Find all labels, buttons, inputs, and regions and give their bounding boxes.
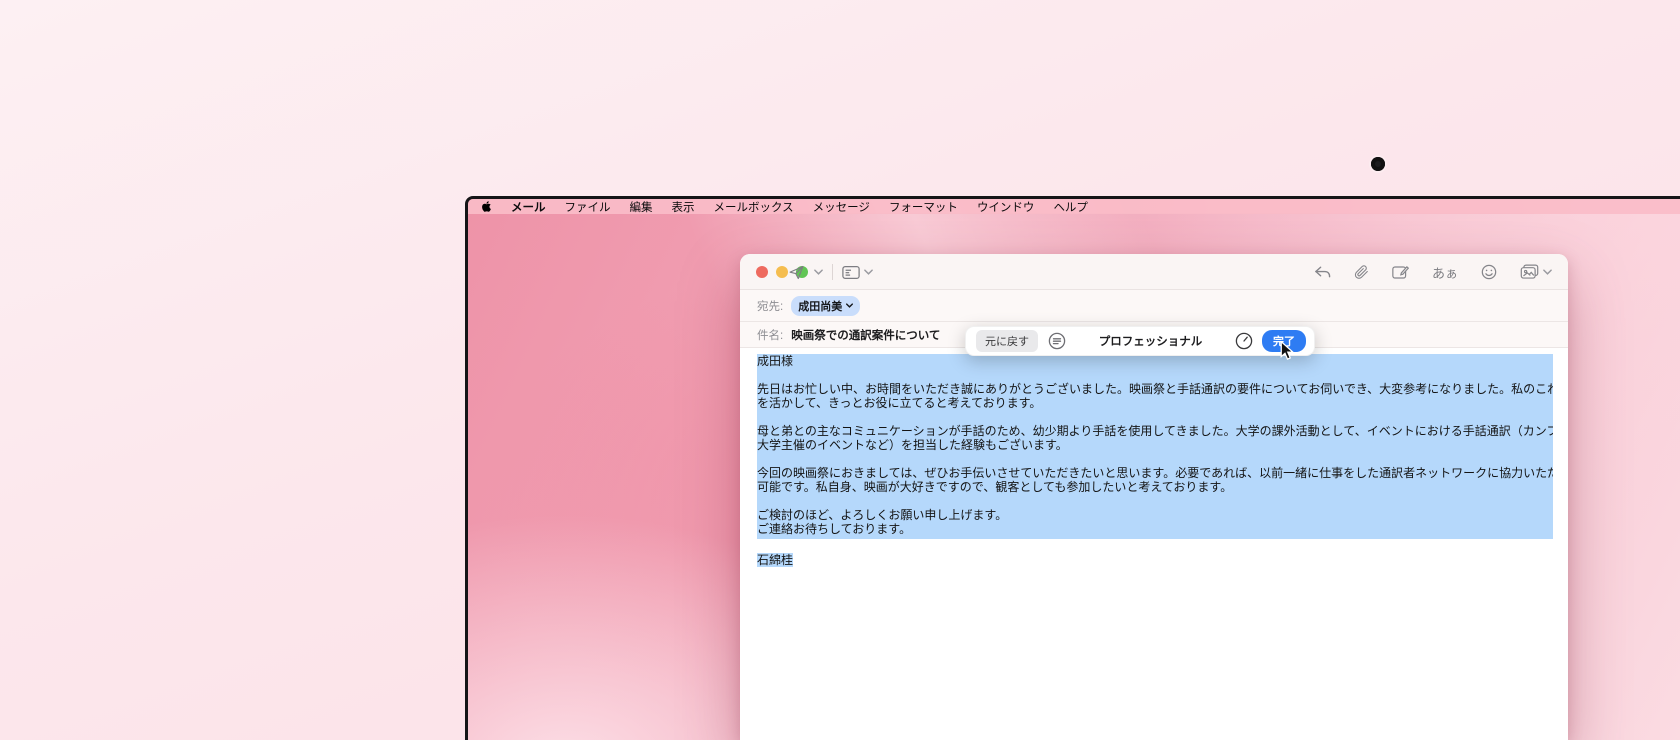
close-window-button[interactable] <box>756 266 768 278</box>
menu-item-edit[interactable]: 編集 <box>630 199 653 215</box>
menu-item-file[interactable]: ファイル <box>565 199 611 215</box>
to-field[interactable]: 宛先: 成田尚美 <box>740 290 1568 322</box>
message-body-editor[interactable]: 成田様 先日はお忙しい中、お時間をいただき誠にありがとうございました。映画祭と手… <box>740 348 1568 567</box>
chevron-down-icon <box>1543 269 1552 275</box>
body-line <box>757 410 1553 424</box>
markup-icon <box>1392 265 1409 280</box>
menu-item-mailbox[interactable]: メールボックス <box>714 199 794 215</box>
subject-text: 映画祭での通訳案件について <box>791 327 940 343</box>
to-label: 宛先: <box>757 298 783 314</box>
subject-label: 件名: <box>757 327 783 343</box>
header-fields-icon <box>842 265 860 280</box>
imac-camera-dot <box>1371 157 1385 171</box>
compose-toolbar: あぁ <box>740 254 1568 290</box>
format-text-button[interactable]: あぁ <box>1432 263 1458 282</box>
body-line: 大学主催のイベントなど）を担当した経験もございます。 <box>757 438 1553 452</box>
body-line: 成田様 <box>757 354 1553 368</box>
menu-item-format[interactable]: フォーマット <box>889 199 958 215</box>
menu-item-mail[interactable]: メール <box>511 199 546 215</box>
marketing-page-background: メール ファイル 編集 表示 メールボックス メッセージ フォーマット ウインド… <box>0 0 1680 740</box>
undo-button[interactable] <box>1314 265 1331 279</box>
writing-tools-retry-button[interactable] <box>1235 332 1253 350</box>
recipient-name: 成田尚美 <box>798 298 842 314</box>
photo-browser-icon <box>1520 264 1539 280</box>
markup-button[interactable] <box>1392 265 1409 280</box>
signature-line: 石綿桂 <box>757 553 1553 567</box>
writing-tools-bar: 元に戻す プロフェッショナル 完了 <box>965 326 1315 356</box>
retry-timer-icon <box>1235 332 1253 350</box>
send-button[interactable] <box>788 264 805 281</box>
writing-tools-undo-button[interactable]: 元に戻す <box>976 330 1038 352</box>
apple-logo-icon <box>481 200 492 213</box>
signature-text: 石綿桂 <box>757 553 793 567</box>
body-line <box>757 368 1553 382</box>
writing-tools-menu-button[interactable] <box>1048 332 1066 350</box>
toolbar-divider <box>832 264 833 280</box>
chevron-down-icon <box>814 269 823 275</box>
selected-text-block: 成田様 先日はお忙しい中、お時間をいただき誠にありがとうございました。映画祭と手… <box>757 354 1553 539</box>
mouse-cursor-icon <box>1279 341 1296 361</box>
photo-browser-button[interactable] <box>1520 264 1552 280</box>
menu-item-message[interactable]: メッセージ <box>813 199 870 215</box>
chevron-down-icon <box>846 303 853 308</box>
recipient-chip[interactable]: 成田尚美 <box>791 296 860 316</box>
attachment-icon <box>1354 264 1369 281</box>
send-options-chevron[interactable] <box>814 269 823 275</box>
writing-tools-style-label: プロフェッショナル <box>1066 333 1235 349</box>
chevron-down-icon <box>864 269 873 275</box>
emoji-smiley-icon <box>1481 264 1497 280</box>
body-line: 可能です。私自身、映画が大好きですので、観客としても参加したいと考えております。 <box>757 480 1553 494</box>
body-line: を活かして、きっとお役に立てると考えております。 <box>757 396 1553 410</box>
body-line <box>757 452 1553 466</box>
body-line: 今回の映画祭におきましては、ぜひお手伝いさせていただきたいと思います。必要であれ… <box>757 466 1553 480</box>
minimize-window-button[interactable] <box>776 266 788 278</box>
send-icon <box>788 264 805 281</box>
attach-file-button[interactable] <box>1354 264 1369 281</box>
menu-item-view[interactable]: 表示 <box>672 199 695 215</box>
body-line <box>757 494 1553 508</box>
menu-item-window[interactable]: ウインドウ <box>977 199 1035 215</box>
body-line: ご検討のほど、よろしくお願い申し上げます。 <box>757 508 1553 522</box>
body-line: 先日はお忙しい中、お時間をいただき誠にありがとうございました。映画祭と手話通訳の… <box>757 382 1553 396</box>
emoji-button[interactable] <box>1481 264 1497 280</box>
menu-item-help[interactable]: ヘルプ <box>1053 199 1088 215</box>
body-line: 母と弟との主なコミュニケーションが手話のため、幼少期より手話を使用してきました。… <box>757 424 1553 438</box>
header-fields-button[interactable] <box>842 265 873 280</box>
apple-menu[interactable] <box>481 200 492 213</box>
writing-tools-icon <box>1048 332 1066 350</box>
menu-bar: メール ファイル 編集 表示 メールボックス メッセージ フォーマット ウインド… <box>468 199 1680 214</box>
undo-icon <box>1314 265 1331 279</box>
body-line: ご連絡お待ちしております。 <box>757 522 1553 536</box>
